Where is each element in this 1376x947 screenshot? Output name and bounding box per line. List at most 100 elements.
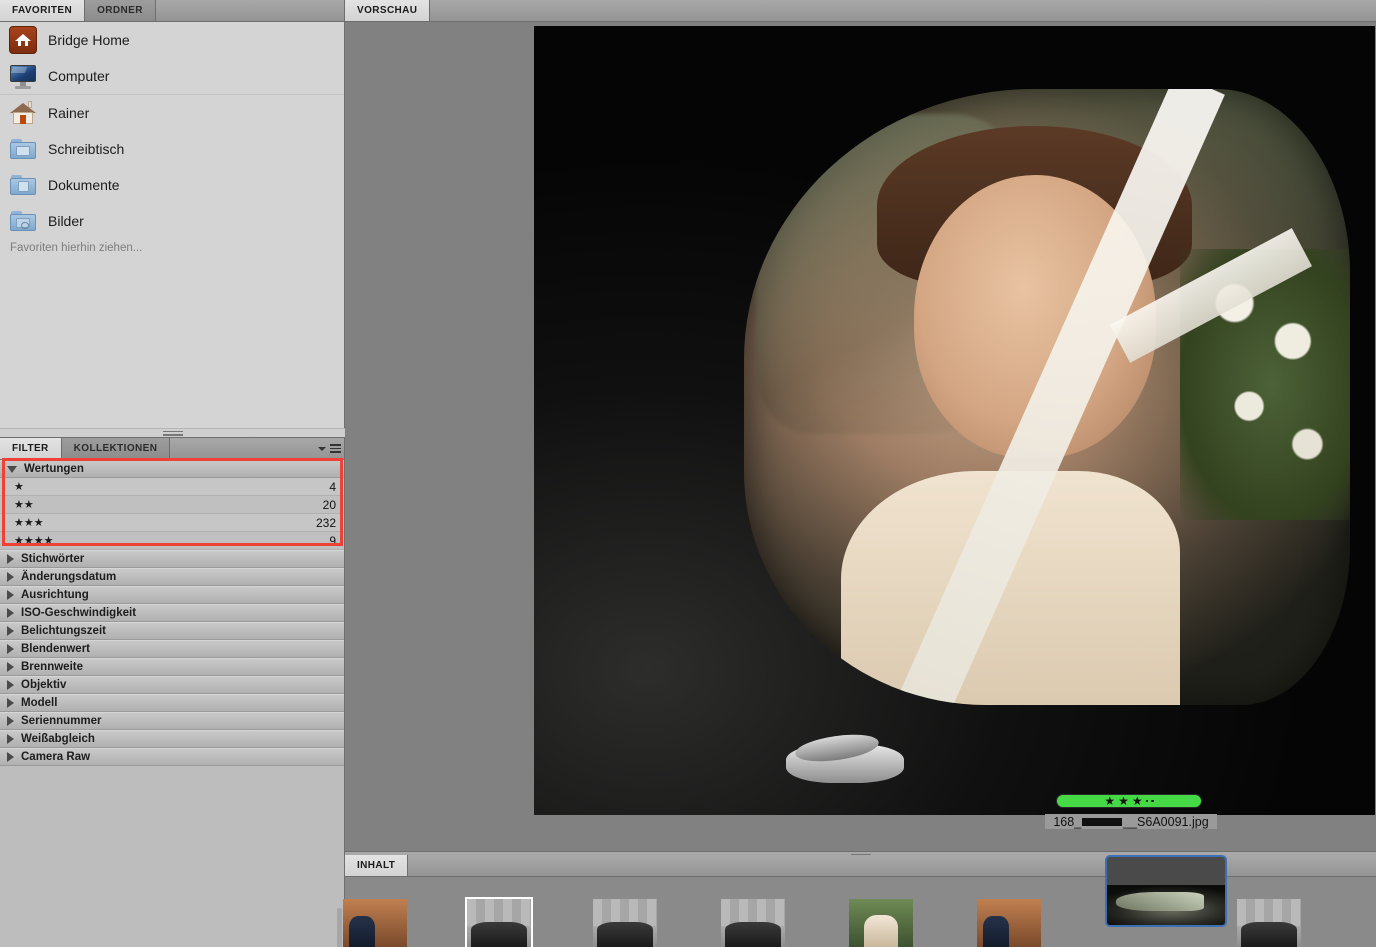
list-item[interactable] <box>343 899 407 947</box>
sidebar-item-bridge-home[interactable]: Bridge Home <box>0 22 344 58</box>
filter-row-rating-3[interactable]: ★★★ 232 <box>0 514 344 532</box>
preview-image[interactable] <box>534 26 1375 815</box>
favorites-panel: FAVORITEN ORDNER Bridge Home Computer Ra… <box>0 0 345 428</box>
filter-group-brennweite[interactable]: Brennweite <box>0 658 344 676</box>
filter-group-aenderungsdatum[interactable]: Änderungsdatum <box>0 568 344 586</box>
tab-filter[interactable]: FILTER <box>0 438 62 459</box>
sidebar-item-label: Dokumente <box>48 177 120 193</box>
favorites-list: Bridge Home Computer Rainer Schreibtisch… <box>0 22 344 428</box>
filter-row-rating-1[interactable]: ★ 4 <box>0 478 344 496</box>
filter-group-label: Belichtungszeit <box>21 625 106 637</box>
chevron-right-icon <box>7 572 14 582</box>
sidebar-item-label: Computer <box>48 68 110 84</box>
star-icon: ★ <box>1131 794 1143 808</box>
preview-area: ★ ★ ★ 168_ __S6A0091.jpg <box>345 22 1376 853</box>
filter-scrollbar[interactable] <box>337 908 342 947</box>
left-column: FAVORITEN ORDNER Bridge Home Computer Ra… <box>0 0 345 947</box>
sidebar-item-computer[interactable]: Computer <box>0 58 344 94</box>
list-item[interactable] <box>593 899 657 947</box>
filter-group-label: Stichwörter <box>21 553 85 565</box>
filter-group-label: Objektiv <box>21 679 67 691</box>
list-item[interactable] <box>849 899 913 947</box>
empty-rating-dot-icon <box>1145 799 1149 803</box>
filter-group-label: Brennweite <box>21 661 83 673</box>
favorites-drop-hint: Favoriten hierhin ziehen... <box>10 242 143 254</box>
sidebar-item-dokumente[interactable]: Dokumente <box>0 167 344 203</box>
sidebar-item-bilder[interactable]: Bilder <box>0 203 344 239</box>
home-folder-icon <box>9 99 37 127</box>
sidebar-item-label: Rainer <box>48 105 90 121</box>
tab-kollektionen[interactable]: KOLLEKTIONEN <box>61 438 171 459</box>
filter-group-ausrichtung[interactable]: Ausrichtung <box>0 586 344 604</box>
right-column: VORSCHAU ★ ★ ★ 168_ __S6A0091.jpg INHALT <box>343 0 1376 947</box>
favorites-tabbar: FAVORITEN ORDNER <box>0 0 344 22</box>
chevron-right-icon <box>7 626 14 636</box>
list-item[interactable] <box>721 899 785 947</box>
thumbnail-strip[interactable] <box>343 855 1376 947</box>
filter-group-belichtungszeit[interactable]: Belichtungszeit <box>0 622 344 640</box>
bridge-home-icon <box>9 26 37 54</box>
filter-group-wertungen[interactable]: Wertungen <box>0 460 344 478</box>
rating-stars: ★★ <box>14 499 34 511</box>
computer-icon <box>9 62 37 90</box>
list-item-selected[interactable] <box>1105 855 1227 927</box>
filter-group-label: ISO-Geschwindigkeit <box>21 607 137 619</box>
filter-group-label: Wertungen <box>24 463 84 475</box>
filter-row-rating-2[interactable]: ★★ 20 <box>0 496 344 514</box>
star-icon: ★ <box>1118 794 1129 808</box>
filename-label[interactable]: 168_ __S6A0091.jpg <box>1045 814 1217 829</box>
list-item[interactable] <box>1237 899 1301 947</box>
list-item[interactable] <box>977 899 1041 947</box>
filter-group-seriennummer[interactable]: Seriennummer <box>0 712 344 730</box>
panel-menu-icon[interactable] <box>317 438 344 459</box>
list-item[interactable] <box>467 899 531 947</box>
chevron-right-icon <box>7 698 14 708</box>
filter-group-weissabgleich[interactable]: Weißabgleich <box>0 730 344 748</box>
filter-row-rating-4[interactable]: ★★★★ 9 <box>0 532 344 550</box>
content-panel: INHALT <box>343 855 1376 947</box>
tab-favoriten[interactable]: FAVORITEN <box>0 0 86 21</box>
chevron-right-icon <box>7 734 14 744</box>
rating-count: 9 <box>329 533 336 548</box>
filter-group-iso[interactable]: ISO-Geschwindigkeit <box>0 604 344 622</box>
filter-group-camera-raw[interactable]: Camera Raw <box>0 748 344 766</box>
sidebar-item-rainer[interactable]: Rainer <box>0 95 344 131</box>
grip-icon <box>162 430 183 436</box>
filter-tabbar: FILTER KOLLEKTIONEN <box>0 438 344 460</box>
chevron-right-icon <box>7 716 14 726</box>
filter-group-label: Seriennummer <box>21 715 102 727</box>
tab-vorschau[interactable]: VORSCHAU <box>345 0 431 21</box>
tab-inhalt[interactable]: INHALT <box>345 855 409 876</box>
chevron-right-icon <box>7 608 14 618</box>
preview-metadata: ★ ★ ★ 168_ __S6A0091.jpg <box>345 794 1376 839</box>
sidebar-item-label: Schreibtisch <box>48 141 125 157</box>
tabbar-filler <box>430 0 1376 21</box>
tab-ordner[interactable]: ORDNER <box>85 0 156 21</box>
filter-group-blendenwert[interactable]: Blendenwert <box>0 640 344 658</box>
filter-group-stichwoerter[interactable]: Stichwörter <box>0 550 344 568</box>
left-panel-splitter[interactable] <box>0 428 345 438</box>
sidebar-item-label: Bilder <box>48 213 84 229</box>
chevron-down-icon <box>7 465 17 473</box>
rating-count: 4 <box>329 479 336 494</box>
documents-folder-icon <box>9 171 37 199</box>
rating-count: 20 <box>322 497 336 512</box>
chevron-right-icon <box>7 554 14 564</box>
photo-bride-through-car-window <box>534 26 1375 815</box>
status-badge[interactable]: ★ ★ ★ <box>1056 794 1202 808</box>
sidebar-item-schreibtisch[interactable]: Schreibtisch <box>0 131 344 167</box>
preview-panel: VORSCHAU ★ ★ ★ 168_ __S6A0091.jpg <box>345 0 1376 853</box>
filter-group-label: Weißabgleich <box>21 733 95 745</box>
filter-group-objektiv[interactable]: Objektiv <box>0 676 344 694</box>
filter-group-modell[interactable]: Modell <box>0 694 344 712</box>
filter-list: Wertungen ★ 4 ★★ 20 ★★★ 232 ★★★★ 9 Stich… <box>0 460 344 947</box>
filter-group-label: Ausrichtung <box>21 589 89 601</box>
filter-group-label: Änderungsdatum <box>21 571 117 583</box>
tabbar-filler <box>408 855 1376 876</box>
redaction-bar <box>1082 817 1123 826</box>
rating-stars: ★★★★ <box>14 535 54 547</box>
filename-suffix: __S6A0091.jpg <box>1123 814 1209 829</box>
tabbar-filler <box>170 438 318 459</box>
chevron-right-icon <box>7 752 14 762</box>
empty-rating-dot-icon <box>1151 799 1154 803</box>
